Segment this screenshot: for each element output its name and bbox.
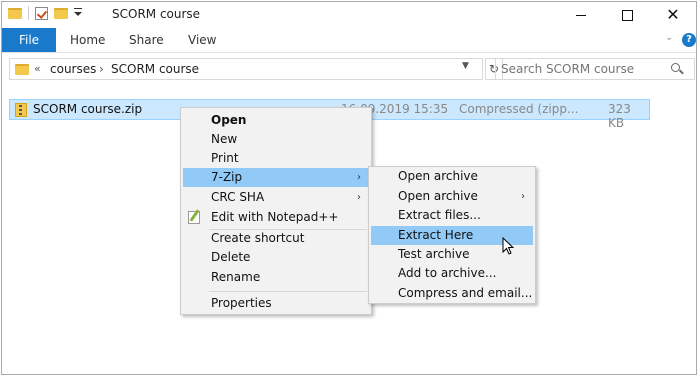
new-folder-icon[interactable] (54, 7, 68, 19)
submenu-item-extract-files[interactable]: Extract files... (371, 206, 533, 225)
menu-item-edit-notepad[interactable]: Edit with Notepad++ (183, 208, 369, 227)
menu-item-label: Extract files... (398, 208, 481, 222)
menu-item-rename[interactable]: Rename (183, 268, 369, 287)
title-bar: SCORM course ✕ (2, 2, 696, 28)
tab-home[interactable]: Home (70, 28, 105, 52)
close-icon: ✕ (666, 5, 680, 24)
menu-item-open[interactable]: Open (183, 111, 369, 130)
properties-check-icon[interactable] (35, 6, 48, 20)
tab-file[interactable]: File (2, 28, 56, 52)
submenu-item-open-archive-more[interactable]: Open archive › (371, 187, 533, 206)
help-icon[interactable]: ? (682, 33, 696, 47)
menu-item-label: Print (211, 151, 239, 165)
menu-item-label: Delete (211, 250, 251, 264)
menu-item-new[interactable]: New (183, 130, 369, 149)
menu-item-label: 7-Zip (211, 170, 243, 184)
breadcrumb-courses[interactable]: courses (50, 62, 96, 76)
menu-item-label: Open archive (398, 169, 478, 183)
file-name: SCORM course.zip (33, 102, 143, 116)
submenu-item-compress-email[interactable]: Compress and email... (371, 284, 533, 303)
menu-item-label: Edit with Notepad++ (211, 210, 339, 224)
search-icon[interactable] (671, 63, 680, 72)
minimize-button[interactable] (558, 2, 604, 28)
menu-item-label: Test archive (398, 247, 470, 261)
menu-item-label: Add to archive... (398, 266, 497, 280)
context-menu: Open New Print 7-Zip › CRC SHA › Edit with… (180, 107, 372, 315)
menu-item-label: Compress and email... (398, 286, 533, 300)
search-input[interactable] (501, 61, 661, 77)
submenu-item-open-archive[interactable]: Open archive (371, 167, 533, 186)
breadcrumb-scorm-course[interactable]: SCORM course (111, 62, 199, 76)
menu-item-create-shortcut[interactable]: Create shortcut (183, 229, 369, 248)
tab-view[interactable]: View (188, 28, 216, 52)
folder-icon (15, 64, 29, 75)
submenu-arrow-icon: › (357, 172, 361, 183)
breadcrumb-separator-icon[interactable]: › (99, 62, 104, 76)
menu-item-label: Extract Here (398, 228, 474, 242)
menu-item-print[interactable]: Print (183, 149, 369, 168)
menu-item-label: New (211, 132, 238, 146)
mouse-pointer-icon (502, 237, 515, 255)
menu-item-label: Properties (211, 296, 272, 310)
maximize-button[interactable] (604, 2, 650, 28)
ribbon-tabs: File Home Share View ⌄ ? (2, 28, 696, 53)
menu-item-crc-sha[interactable]: CRC SHA › (183, 188, 369, 207)
close-button[interactable]: ✕ (650, 2, 696, 28)
divider (28, 6, 29, 20)
menu-item-label: Rename (211, 270, 261, 284)
menu-divider (209, 291, 367, 292)
customize-toolbar-arrow-icon[interactable] (74, 8, 82, 16)
submenu-arrow-icon: › (357, 192, 361, 203)
menu-item-label: CRC SHA (211, 190, 265, 204)
7zip-submenu: Open archive Open archive › Extract files… (368, 166, 536, 304)
zip-file-icon (15, 103, 27, 117)
menu-item-label: Create shortcut (211, 231, 305, 245)
submenu-arrow-icon: › (521, 191, 525, 202)
submenu-item-add-to-archive[interactable]: Add to archive... (371, 264, 533, 283)
expand-ribbon-chevron-icon[interactable]: ⌄ (665, 32, 673, 43)
menu-item-delete[interactable]: Delete (183, 248, 369, 267)
file-size: 323 KB (608, 102, 631, 130)
maximize-icon (621, 9, 633, 21)
quick-access-toolbar (8, 6, 82, 20)
search-box[interactable] (495, 58, 695, 80)
window-title: SCORM course (112, 7, 201, 21)
menu-item-label: Open archive (398, 189, 478, 203)
address-dropdown-icon[interactable]: ▼ (462, 61, 469, 71)
file-type: Compressed (zipp... (459, 102, 579, 116)
menu-item-label: Open (211, 113, 247, 127)
folder-icon (8, 7, 22, 19)
menu-item-properties[interactable]: Properties (183, 294, 369, 313)
minimize-icon (576, 14, 586, 16)
menu-item-7zip[interactable]: 7-Zip › (183, 168, 369, 187)
address-bar[interactable]: « courses › SCORM course ▼ (9, 58, 483, 80)
tab-share[interactable]: Share (129, 28, 164, 52)
notepad-icon (188, 211, 200, 224)
breadcrumb-overflow[interactable]: « (34, 62, 41, 75)
